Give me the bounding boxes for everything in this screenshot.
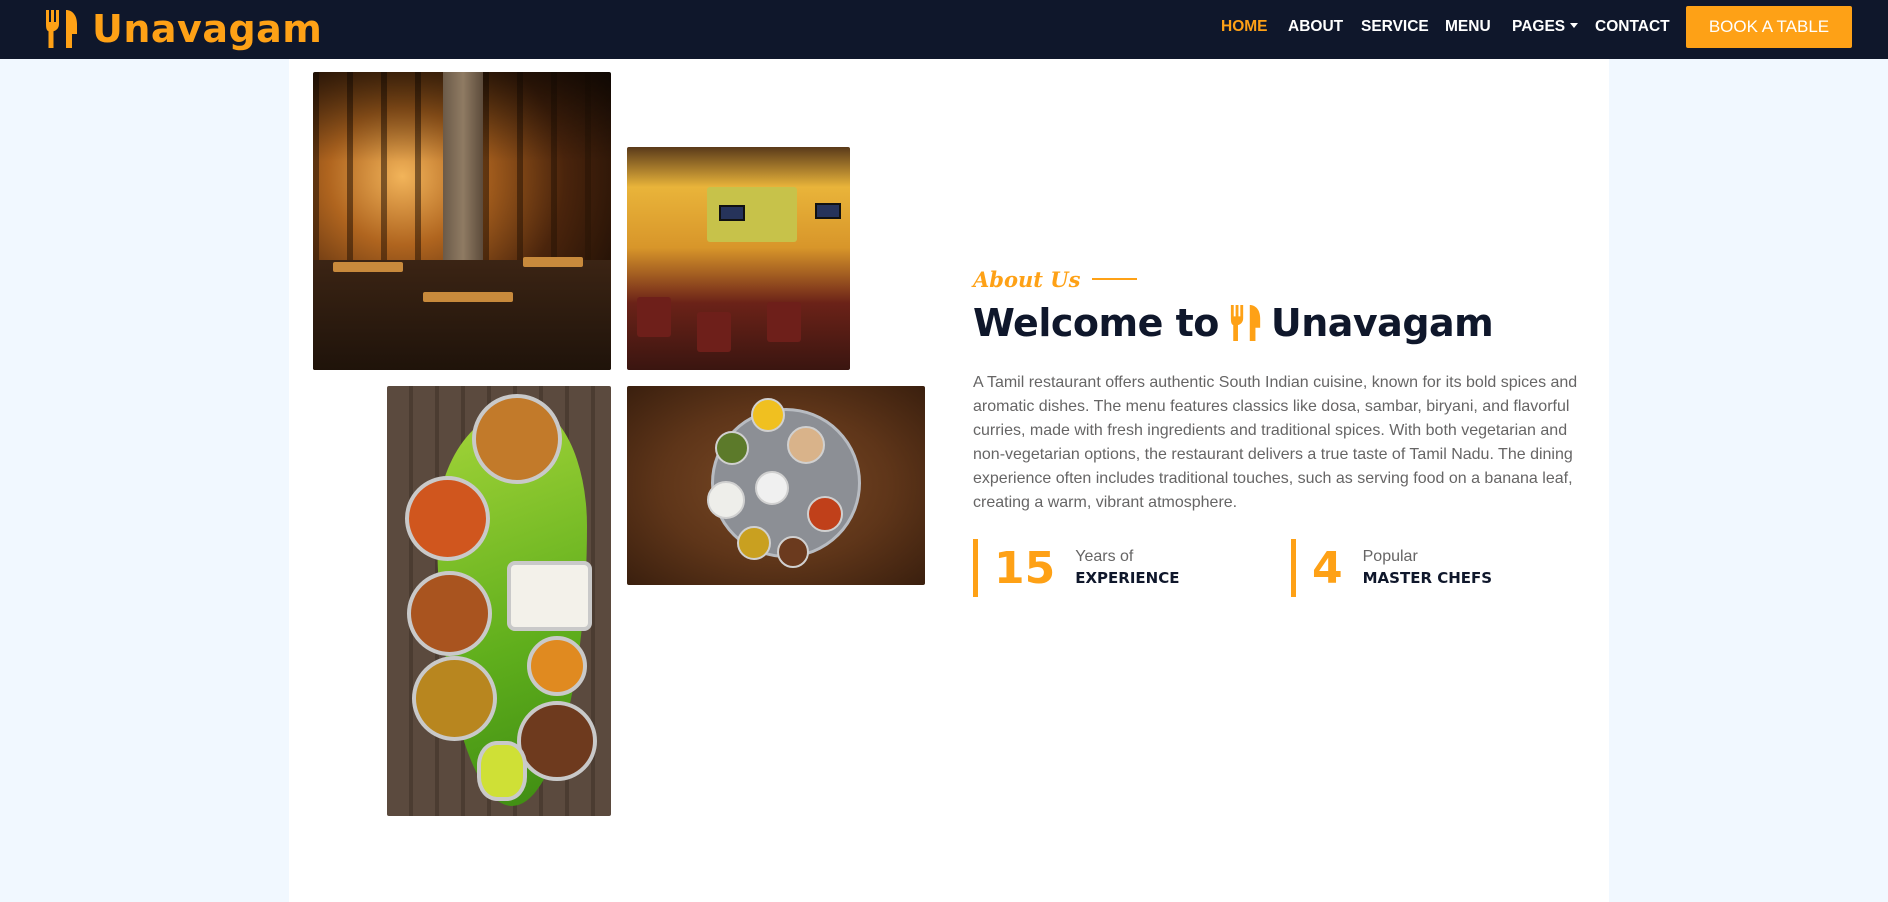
about-description: A Tamil restaurant offers authentic Sout… [973,374,1578,511]
nav-pages-dropdown[interactable]: PAGES [1512,18,1579,36]
subtitle-divider [1092,278,1138,280]
stat-label-top: Years of [1075,548,1134,565]
dining-hall-image [627,147,850,370]
main-nav: HOME ABOUT SERVICE MENU PAGES CONTACT [0,18,1888,38]
stat-label-bottom: EXPERIENCE [1075,569,1180,587]
stat-chefs: 4 Popular MASTER CHEFS [1291,539,1591,597]
restaurant-interior-image [313,72,611,370]
title-brand: Unavagam [1270,301,1494,345]
stat-experience: 15 Years of EXPERIENCE [973,539,1273,597]
nav-contact[interactable]: CONTACT [1595,18,1670,36]
banana-leaf-meal-image [387,386,611,816]
caret-down-icon [1570,23,1579,28]
about-title: Welcome to Unavagam [973,296,1494,350]
utensils-icon [1230,305,1261,341]
nav-menu[interactable]: MENU [1445,18,1491,36]
stat-label-bottom: MASTER CHEFS [1362,569,1493,587]
about-subtitle: About Us [973,264,1138,294]
book-table-button[interactable]: BOOK A TABLE [1686,6,1852,48]
nav-service[interactable]: SERVICE [1361,18,1429,36]
nav-about[interactable]: ABOUT [1288,18,1343,36]
stat-number: 15 [994,542,1056,594]
nav-home[interactable]: HOME [1221,18,1268,36]
navbar: Unavagam HOME ABOUT SERVICE MENU PAGES C… [0,0,1888,59]
about-subtitle-text: About Us [973,266,1081,292]
title-prefix: Welcome to [973,301,1219,345]
thali-platter-image [627,386,925,585]
stat-label-top: Popular [1362,548,1418,565]
nav-pages-label: PAGES [1512,18,1566,35]
stat-number: 4 [1312,542,1343,594]
